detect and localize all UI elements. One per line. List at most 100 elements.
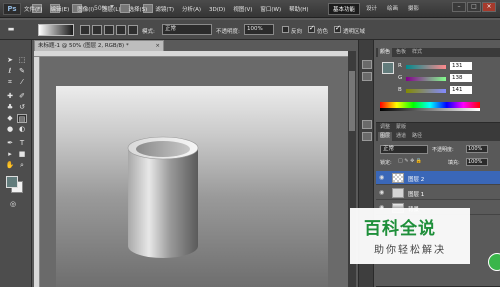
opacity-input[interactable]: 100% [244, 24, 274, 35]
toolbox: ➤ ⬚ ℓ ✎ ⌗ ⁄ ✚ ✐ ♣ ↺ ◆ ▤ ● ◐ ✒ T ▸ ■ ✋ ⌕ … [0, 40, 32, 287]
tab-styles[interactable]: 样式 [410, 48, 424, 57]
healing-brush-tool-icon[interactable]: ✚ [5, 92, 15, 101]
mode-select[interactable]: 正常 [162, 24, 212, 35]
marquee-tool-icon[interactable]: ⬚ [17, 56, 27, 65]
transparency-checkbox[interactable] [334, 24, 341, 33]
menu-edit[interactable]: 编辑(E) [50, 3, 69, 17]
menu-select[interactable]: 选择(S) [129, 3, 148, 17]
linear-gradient-icon[interactable] [80, 25, 90, 35]
tab-channels[interactable]: 通道 [394, 132, 408, 141]
fill-input[interactable]: 100% [466, 158, 488, 166]
gradient-picker[interactable] [38, 24, 74, 36]
menu-file[interactable]: 文件(F) [24, 3, 42, 17]
green-value-input[interactable]: 138 [450, 74, 472, 82]
shape-tool-icon[interactable]: ■ [17, 150, 27, 159]
angle-gradient-icon[interactable] [104, 25, 114, 35]
brushes-panel-icon[interactable] [362, 120, 372, 129]
move-tool-icon[interactable]: ➤ [5, 56, 15, 65]
maximize-button[interactable]: □ [467, 2, 481, 12]
path-select-tool-icon[interactable]: ▸ [5, 150, 15, 159]
lock-label: 锁定: [380, 160, 392, 166]
diamond-gradient-icon[interactable] [128, 25, 138, 35]
dither-checkbox[interactable] [308, 24, 315, 33]
blue-slider[interactable] [406, 89, 446, 93]
gradient-tool-preset-icon[interactable]: ▬ [6, 25, 16, 34]
document-tab[interactable]: 未标题-1 @ 50% (图层 2, RGB/8) * × [34, 40, 164, 51]
quick-mask-icon[interactable]: ◎ [8, 200, 18, 209]
blur-tool-icon[interactable]: ● [5, 125, 15, 134]
red-slider[interactable] [406, 65, 446, 69]
menu-layer[interactable]: 图层(L) [102, 3, 120, 17]
gradient-tool-icon[interactable]: ▤ [17, 114, 27, 123]
foreground-color-swatch[interactable] [6, 176, 18, 188]
history-brush-tool-icon[interactable]: ↺ [17, 103, 27, 112]
pen-tool-icon[interactable]: ✒ [5, 139, 15, 148]
horizontal-ruler[interactable] [34, 51, 348, 57]
3d-rotate-tool-icon[interactable]: ✋ [5, 161, 15, 170]
opacity-label: 不透明度: [216, 29, 240, 35]
fill-label: 填充: [448, 160, 460, 166]
gradient-type-buttons [80, 25, 138, 35]
blend-mode-select[interactable]: 正常 [380, 145, 428, 154]
clone-source-panel-icon[interactable] [362, 132, 372, 141]
eye-icon[interactable]: ◉ [379, 189, 384, 196]
crop-tool-icon[interactable]: ⌗ [5, 78, 15, 87]
foreground-color-chip[interactable] [382, 62, 394, 74]
dodge-tool-icon[interactable]: ◐ [17, 125, 27, 134]
tab-color[interactable]: 颜色 [378, 48, 393, 57]
zoom-tool-icon[interactable]: ⌕ [17, 161, 27, 170]
layer-opacity-label: 不透明度: [432, 147, 454, 153]
menu-filter[interactable]: 滤镜(T) [155, 3, 174, 17]
menu-analysis[interactable]: 分析(A) [182, 3, 201, 17]
menu-3d[interactable]: 3D(D) [209, 3, 225, 17]
reverse-checkbox[interactable] [282, 26, 289, 33]
eye-icon[interactable]: ◉ [379, 174, 384, 181]
minimize-button[interactable]: – [452, 2, 466, 12]
brush-tool-icon[interactable]: ✐ [17, 92, 27, 101]
layer-name: 图层 2 [408, 177, 425, 183]
lock-icons[interactable]: □ ✎ ✥ 🔒 [398, 158, 422, 164]
menu-view[interactable]: 视图(V) [233, 3, 252, 17]
floating-help-icon[interactable] [488, 253, 500, 271]
lasso-tool-icon[interactable]: ℓ [5, 67, 15, 76]
green-slider[interactable] [406, 77, 446, 81]
tab-paths[interactable]: 路径 [410, 132, 424, 141]
vertical-ruler[interactable] [34, 57, 40, 287]
workspace-essentials-button[interactable]: 基本功能 [328, 3, 361, 15]
menu-bar: 文件(F) 编辑(E) 图像(I) 图层(L) 选择(S) 滤镜(T) 分析(A… [24, 3, 309, 17]
canvas[interactable] [56, 86, 328, 287]
layer-opacity-input[interactable]: 100% [466, 145, 488, 153]
tab-masks[interactable]: 蒙版 [394, 123, 408, 132]
radial-gradient-icon[interactable] [92, 25, 102, 35]
history-panel-icon[interactable] [362, 60, 372, 69]
eyedropper-tool-icon[interactable]: ⁄ [17, 78, 27, 87]
quick-select-tool-icon[interactable]: ✎ [17, 67, 27, 76]
color-panel: 颜色 色板 样式 R 131 G 138 B 141 [376, 48, 500, 123]
workspace-painting-button[interactable]: 绘画 [383, 3, 402, 15]
cylinder-artwork [127, 136, 199, 258]
red-value-input[interactable]: 131 [450, 62, 472, 70]
close-button[interactable]: × [482, 2, 496, 12]
workspace-design-button[interactable]: 设计 [362, 3, 381, 15]
workspace-photography-button[interactable]: 摄影 [404, 3, 423, 15]
transparency-label: 透明区域 [343, 29, 366, 35]
red-label: R [398, 63, 402, 69]
color-swatches[interactable] [6, 176, 23, 193]
menu-image[interactable]: 图像(I) [77, 3, 94, 17]
actions-panel-icon[interactable] [362, 72, 372, 81]
color-spectrum-bar[interactable] [380, 102, 480, 111]
menu-window[interactable]: 窗口(W) [260, 3, 281, 17]
eraser-tool-icon[interactable]: ◆ [5, 114, 15, 123]
tab-layers[interactable]: 图层 [378, 132, 393, 141]
layer-row[interactable]: ◉ 图层 1 [376, 186, 500, 200]
layer-row[interactable]: ◉ 图层 2 [376, 171, 500, 185]
reflected-gradient-icon[interactable] [116, 25, 126, 35]
watermark-title: 百科全说 [364, 219, 436, 239]
blue-value-input[interactable]: 141 [450, 86, 472, 94]
layer-thumbnail [392, 188, 404, 198]
clone-stamp-tool-icon[interactable]: ♣ [5, 103, 15, 112]
menu-help[interactable]: 帮助(H) [289, 3, 308, 17]
tab-adjustments[interactable]: 调整 [378, 123, 392, 132]
tab-swatches[interactable]: 色板 [394, 48, 408, 57]
type-tool-icon[interactable]: T [17, 139, 27, 148]
